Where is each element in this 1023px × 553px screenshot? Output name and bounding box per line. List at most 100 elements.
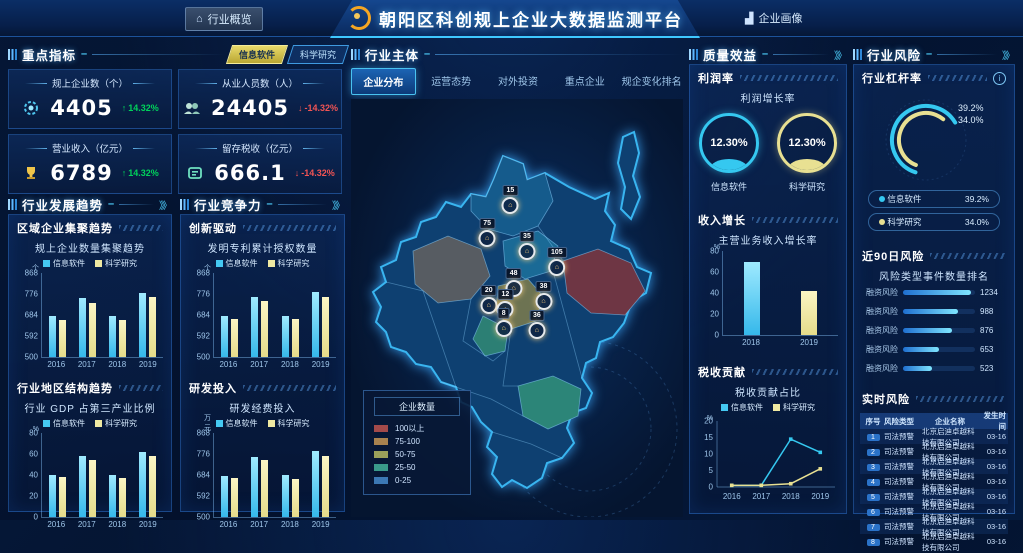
hbar-row[interactable]: 融资风险876 xyxy=(854,321,1014,340)
realtime-risk-table: 序号风险类型企业名称发生时间1司法预警北京启迪卓越科技有限公司03-162司法预… xyxy=(860,413,1008,549)
hbar-fill xyxy=(903,366,932,371)
leverage-annotation-yellow: 34.0% xyxy=(958,114,984,126)
svg-text:2018: 2018 xyxy=(782,492,800,501)
competitiveness-section: 行业竞争力 – 》》 创新驱动 发明专利累计授权数量信息软件科学研究个50059… xyxy=(180,194,345,512)
bar xyxy=(251,297,258,357)
stat-card-delta: ↓-14.32% xyxy=(298,103,338,113)
stat-card[interactable]: 留存税收（亿元）666.1↓-14.32% xyxy=(178,134,342,194)
map-legend-item: 75-100 xyxy=(374,435,460,448)
quality-more-button[interactable]: 》》 xyxy=(834,47,847,62)
stat-card-value: 24405 xyxy=(211,96,289,120)
bar xyxy=(221,476,228,517)
dev-trend-title: 行业发展趋势 xyxy=(22,195,103,214)
hbar-row[interactable]: 融资风险523 xyxy=(854,359,1014,378)
bar xyxy=(89,460,96,517)
table-row[interactable]: 8司法预警北京启迪卓越科技有限公司03-16 xyxy=(860,534,1008,549)
hbar-row[interactable]: 融资风险653 xyxy=(854,340,1014,359)
dev-trend-more-button[interactable]: 》》 xyxy=(159,197,172,212)
info-icon[interactable]: i xyxy=(993,72,1006,85)
map-legend-title: 企业数量 xyxy=(374,397,460,416)
tag-info-software[interactable]: 信息软件 xyxy=(226,45,288,64)
chart-title: 发明专利累计授权数量 xyxy=(181,240,344,255)
hbar-row[interactable]: 融资风险988 xyxy=(854,302,1014,321)
stat-card-value: 666.1 xyxy=(214,161,285,185)
competitiveness-more-button[interactable]: 》》 xyxy=(332,197,345,212)
axis-tick-label: 592 xyxy=(25,332,42,341)
map-legend: 企业数量 100以上75-10050-7525-500-25 xyxy=(363,390,471,495)
stat-card-value: 4405 xyxy=(50,96,112,120)
stat-card-delta: ↑14.32% xyxy=(122,168,159,178)
map-marker[interactable]: 36⌂ xyxy=(528,310,545,339)
map-marker[interactable]: 8⌂ xyxy=(495,308,512,337)
bar xyxy=(139,293,146,357)
leverage-legend-item[interactable]: 科学研究34.0% xyxy=(868,213,1000,231)
profit-gauge[interactable]: 12.30%科学研究 xyxy=(777,113,837,193)
bar xyxy=(59,320,66,357)
tab-operation-status[interactable]: 运营态势 xyxy=(420,68,483,95)
bar xyxy=(109,316,116,357)
stat-card[interactable]: 营业收入（亿元）6789↑14.32% xyxy=(8,134,172,194)
axis-tick-label: 2017 xyxy=(78,360,96,369)
map-marker[interactable]: 38⌂ xyxy=(535,281,552,310)
axis-category-labels: 2016201720182019 xyxy=(213,520,336,529)
map-legend-items: 100以上75-10050-7525-500-25 xyxy=(374,422,460,487)
dash-decoration: – xyxy=(81,48,87,60)
leverage-gauge-svg xyxy=(854,88,1012,184)
map-marker[interactable]: 35⌂ xyxy=(518,231,535,260)
chart-plot: %020406080 xyxy=(41,433,163,518)
gauge-label: 信息软件 xyxy=(711,180,747,193)
wallet-icon xyxy=(185,163,205,183)
stat-card-label: 留存税收（亿元） xyxy=(222,141,298,155)
map-marker[interactable]: 15⌂ xyxy=(502,185,519,214)
axis-tick-label: 500 xyxy=(197,353,214,362)
dash-decoration: – xyxy=(267,198,273,210)
nav-enterprise-portrait[interactable]: ▟ 企业画像 xyxy=(735,7,812,29)
tab-enterprise-distribution[interactable]: 企业分布 xyxy=(351,68,416,95)
tag-science-research[interactable]: 科学研究 xyxy=(287,45,349,64)
stat-card[interactable]: 从业人员数（人）24405↓-14.32% xyxy=(178,69,342,129)
axis-tick-label: 40 xyxy=(710,289,723,298)
chart-plot: 万元500592684776868 xyxy=(213,433,336,518)
stat-card-title: 营业收入（亿元） xyxy=(9,141,171,155)
axis-category-labels: 2016201720182019 xyxy=(41,520,163,529)
bar xyxy=(282,316,289,357)
map-marker[interactable]: 75⌂ xyxy=(479,218,496,247)
axis-tick-label: 2016 xyxy=(47,520,65,529)
tab-outbound-investment[interactable]: 对外投资 xyxy=(487,68,550,95)
tab-change-ranking[interactable]: 规企变化排名 xyxy=(620,68,683,95)
bar xyxy=(312,451,319,517)
income-title: 收入增长 xyxy=(698,212,746,228)
tab-key-enterprises[interactable]: 重点企业 xyxy=(553,68,616,95)
stat-card[interactable]: 规上企业数（个）4405↑14.32% xyxy=(8,69,172,129)
axis-tick-label: 2019 xyxy=(139,520,157,529)
bar xyxy=(231,478,238,517)
nav-industry-overview[interactable]: ⌂ 行业概览 xyxy=(185,7,263,31)
map-marker-icon: ⌂ xyxy=(502,197,519,214)
legend-item: 信息软件 xyxy=(216,418,258,429)
axis-tick-label: 20 xyxy=(710,310,723,319)
quality-section: 质量效益 – 》》 利润率 利润增长率 12.30%信息软件12.30%科学研究… xyxy=(689,44,847,514)
map-marker[interactable]: 105⌂ xyxy=(547,247,567,276)
legend-item: 信息软件 xyxy=(721,402,763,413)
map-marker-count: 15 xyxy=(502,185,518,196)
hbar-row[interactable]: 融资风险1234 xyxy=(854,283,1014,302)
axis-tick-label: 60 xyxy=(29,450,42,459)
bar xyxy=(292,319,299,357)
axis-tick-label: 60 xyxy=(710,268,723,277)
bar xyxy=(49,316,56,357)
chart-plot: %020406080 xyxy=(722,251,838,336)
hbar-label: 融资风险 xyxy=(862,363,898,374)
bar xyxy=(282,475,289,517)
top-header: ⌂ 行业概览 朝阳区科创规上企业大数据监测平台 ▟ 企业画像 xyxy=(0,0,1023,37)
bar xyxy=(89,303,96,357)
stat-card-label: 规上企业数（个） xyxy=(52,76,128,90)
risk-panel: 行业杠杆率 i 39.2% 34.0% 信息软件39.2% 科学研究34.0% … xyxy=(853,64,1015,514)
district-map[interactable]: 15⌂75⌂35⌂105⌂48⌂38⌂20⌂12⌂8⌂36⌂ 企业数量 100以… xyxy=(351,99,683,517)
axis-tick-label: 2017 xyxy=(250,360,268,369)
profit-gauge[interactable]: 12.30%信息软件 xyxy=(699,113,759,193)
industry-tags: 信息软件 科学研究 xyxy=(229,45,346,64)
leverage-legend-item[interactable]: 信息软件39.2% xyxy=(868,190,1000,208)
axis-tick-label: 684 xyxy=(25,311,42,320)
risk-more-button[interactable]: 》》 xyxy=(1002,47,1015,62)
quality-panel: 利润率 利润增长率 12.30%信息软件12.30%科学研究 收入增长 主营业务… xyxy=(689,64,847,514)
